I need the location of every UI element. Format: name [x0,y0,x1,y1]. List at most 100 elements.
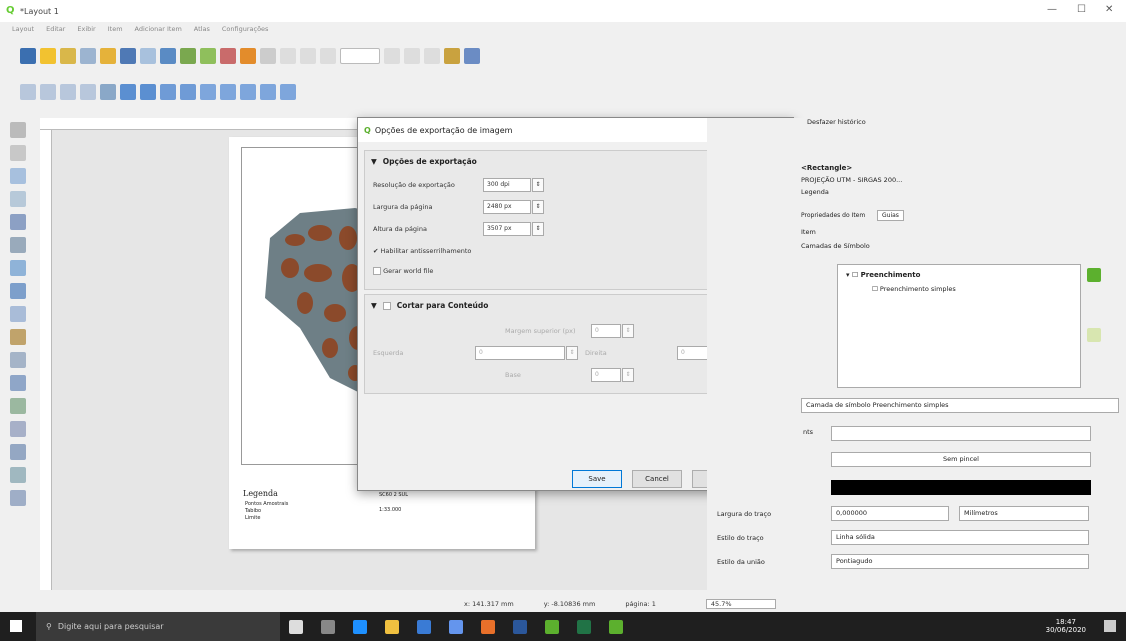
margin-top-input[interactable]: 0 ⇕ [591,324,634,338]
worldfile-checkbox[interactable]: Gerar world file [373,267,433,275]
menu-add-item[interactable]: Adicionar Item [135,25,182,33]
add-picture-icon[interactable] [10,283,26,299]
menu-view[interactable]: Exibir [77,25,95,33]
edge-icon[interactable] [353,619,367,634]
qgis-layout-icon[interactable] [609,619,623,634]
export-pdf-icon[interactable] [220,48,236,64]
unlock-items-icon[interactable] [140,84,156,100]
add-html-icon[interactable] [10,490,26,506]
save-icon[interactable] [20,48,36,64]
menu-settings[interactable]: Configurações [222,25,269,33]
cortana-icon[interactable] [289,619,303,634]
next-feature-icon[interactable] [384,48,400,64]
stroke-color-swatch[interactable] [831,480,1091,495]
align-icon[interactable] [240,84,256,100]
layout-manager-icon[interactable] [80,48,96,64]
page-setup-icon[interactable] [140,48,156,64]
add-scalebar-icon[interactable] [10,352,26,368]
minimize-icon[interactable]: — [1047,4,1057,15]
atlas-settings-icon[interactable] [464,48,480,64]
windows-start-icon[interactable] [10,620,22,632]
fill-style-select[interactable]: Sem pincel [831,452,1091,467]
task-view-icon[interactable] [321,619,335,634]
units-select[interactable]: Milímetros [959,506,1089,521]
menu-edit[interactable]: Editar [46,25,65,33]
add-table-icon[interactable] [10,467,26,483]
width-input[interactable]: 2480 px ⇕ [483,200,544,214]
left-input[interactable]: 0 ⇕ [475,346,578,360]
redo-icon[interactable] [260,48,276,64]
chrome-icon[interactable] [481,619,495,634]
word-icon[interactable] [513,619,527,634]
last-feature-icon[interactable] [404,48,420,64]
save-button[interactable]: Save [572,470,622,488]
menu-item[interactable]: Item [108,25,123,33]
refresh-icon[interactable] [100,84,116,100]
taskbar-search[interactable]: ⚲ Digite aqui para pesquisar [36,612,280,641]
close-icon[interactable]: ✕ [1105,4,1113,15]
maximize-icon[interactable]: ☐ [1077,4,1086,15]
open-template-icon[interactable] [100,48,116,64]
resize-icon[interactable] [280,84,296,100]
prev-feature-icon[interactable] [320,48,336,64]
atlas-preview-icon[interactable] [280,48,296,64]
mail-icon[interactable] [449,619,463,634]
distribute-icon[interactable] [260,84,276,100]
add-arrow-icon[interactable] [10,444,26,460]
feature-select[interactable] [340,48,380,64]
tab-guides[interactable]: Guias [877,210,904,221]
add-shape-icon[interactable] [10,398,26,414]
zoom-100-icon[interactable] [60,84,76,100]
add-label-icon[interactable] [10,306,26,322]
stroke-style-select[interactable]: Linha sólida [831,530,1089,545]
menu-layout[interactable]: Layout [12,25,34,33]
tab-item-properties[interactable]: Propriedades do Item [801,212,865,219]
collapse-icon[interactable]: ▼ [371,301,377,310]
zoom-full-icon[interactable] [80,84,96,100]
collapse-icon[interactable]: ▼ [371,157,377,166]
join-style-select[interactable]: Pontiagudo [831,554,1089,569]
raise-icon[interactable] [200,84,216,100]
zoom-in-icon[interactable] [20,84,36,100]
resolution-input[interactable]: 300 dpi ⇕ [483,178,544,192]
add-3d-map-icon[interactable] [10,260,26,276]
store-icon[interactable] [417,619,431,634]
tree-simple-fill[interactable]: ☐ Preenchimento simples [872,285,956,293]
symbol-tree[interactable]: ▾ ☐ Preenchimento ☐ Preenchimento simple… [837,264,1081,388]
undo-icon[interactable] [240,48,256,64]
stroke-width-input[interactable]: 0,000000 [831,506,949,521]
lower-icon[interactable] [220,84,236,100]
edit-nodes-icon[interactable] [10,214,26,230]
tab-undo-history[interactable]: Desfazer histórico [807,118,866,126]
cancel-button[interactable]: Cancel [632,470,682,488]
lock-items-icon[interactable] [120,84,136,100]
add-map-icon[interactable] [10,237,26,253]
add-legend-icon[interactable] [10,329,26,345]
bottom-input[interactable]: 0 ⇕ [591,368,634,382]
menu-atlas[interactable]: Atlas [194,25,210,33]
ungroup-icon[interactable] [180,84,196,100]
duplicate-layer-icon[interactable] [1087,328,1101,342]
zoom-input[interactable]: 45.7% [705,599,776,609]
duplicate-icon[interactable] [60,48,76,64]
select-icon[interactable] [10,168,26,184]
move-content-icon[interactable] [10,191,26,207]
atlas-print-icon[interactable] [424,48,440,64]
zoom-out-icon[interactable] [40,84,56,100]
qgis-icon[interactable] [545,619,559,634]
notification-icon[interactable] [1104,620,1116,632]
add-layer-icon[interactable] [1087,268,1101,282]
export-svg-icon[interactable] [200,48,216,64]
print-icon[interactable] [160,48,176,64]
crop-checkbox[interactable] [382,301,391,310]
height-input[interactable]: 3507 px ⇕ [483,222,544,236]
pan-icon[interactable] [10,122,26,138]
antialias-checkbox[interactable]: ✔ Habilitar antisserrilhamento [373,247,471,255]
symbol-type-select[interactable]: Camada de símbolo Preenchimento simples [801,398,1119,413]
new-layout-icon[interactable] [40,48,56,64]
first-feature-icon[interactable] [300,48,316,64]
group-icon[interactable] [160,84,176,100]
add-north-arrow-icon[interactable] [10,375,26,391]
zoom-tool-icon[interactable] [10,145,26,161]
add-node-item-icon[interactable] [10,421,26,437]
